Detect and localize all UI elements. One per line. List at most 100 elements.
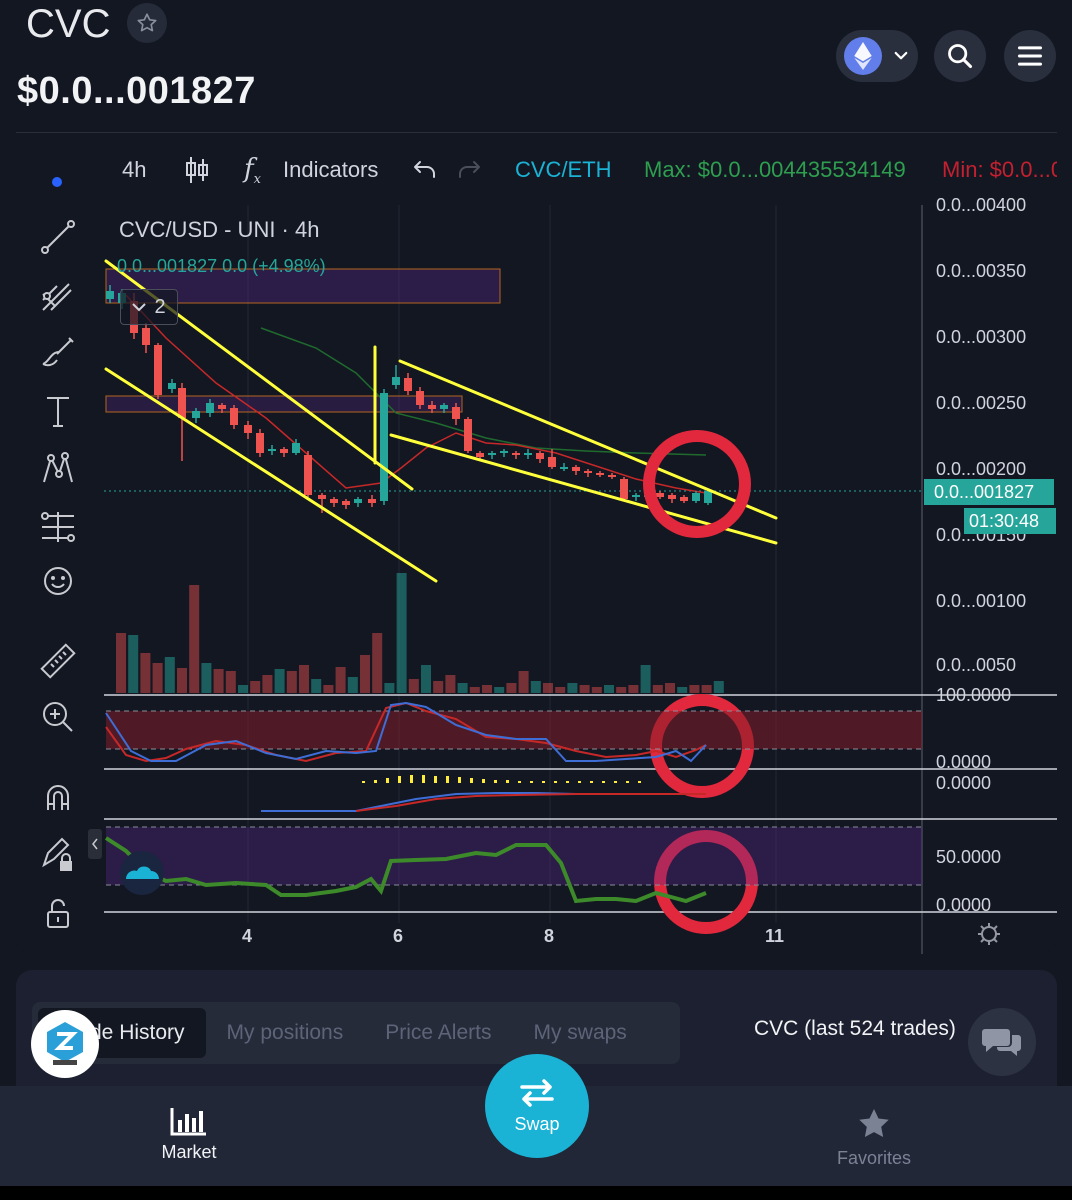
current-price-tag: 0.0...001827 bbox=[924, 479, 1054, 505]
network-selector[interactable] bbox=[836, 30, 918, 82]
volume-bar bbox=[482, 685, 492, 693]
volume-bar bbox=[616, 687, 627, 693]
candle-body bbox=[168, 383, 176, 389]
system-bar bbox=[0, 1186, 1072, 1200]
price-tick: 0.0...0050 bbox=[936, 655, 1017, 675]
volume-bar bbox=[262, 675, 273, 693]
tab-my-swaps[interactable]: My swaps bbox=[512, 1008, 647, 1058]
volume-bar bbox=[335, 667, 346, 693]
candle-body bbox=[500, 451, 508, 453]
osc3-band bbox=[106, 827, 922, 885]
time-tick: 4 bbox=[242, 926, 253, 946]
volume-bar bbox=[677, 687, 688, 693]
favorite-button[interactable] bbox=[127, 3, 167, 43]
candle-body bbox=[440, 405, 448, 409]
volume-bar bbox=[421, 665, 431, 693]
candle-body bbox=[178, 388, 186, 418]
candle-body bbox=[656, 493, 664, 497]
candle-body bbox=[572, 467, 580, 471]
candle-countdown: 01:30:48 bbox=[964, 508, 1056, 534]
candle-body bbox=[230, 408, 238, 425]
nav-favorites-label: Favorites bbox=[836, 1148, 912, 1168]
candle-body bbox=[256, 433, 264, 453]
token-name: CVC bbox=[26, 2, 111, 46]
volume-bar bbox=[347, 677, 358, 693]
price-tick: 0.0...00350 bbox=[936, 261, 1027, 281]
volume-bar bbox=[506, 683, 517, 693]
ohlc-legend: 0.0...001827 0.0 (+4.98%) bbox=[117, 256, 326, 276]
volume-bar bbox=[543, 683, 553, 693]
volume-bar bbox=[579, 685, 590, 693]
candle-body bbox=[342, 501, 350, 505]
tab-price-alerts[interactable]: Price Alerts bbox=[364, 1008, 512, 1058]
volume-bars bbox=[116, 573, 724, 693]
candle-body bbox=[268, 449, 276, 451]
candle-body bbox=[704, 491, 712, 503]
volume-bar bbox=[189, 585, 200, 693]
volume-bar bbox=[689, 685, 700, 693]
candle-body bbox=[416, 391, 424, 405]
chevron-down-icon bbox=[894, 51, 908, 60]
header: CVC $0.0...001827 bbox=[0, 0, 1072, 132]
volume-bar bbox=[640, 665, 651, 693]
search-button[interactable] bbox=[934, 30, 986, 82]
candle-body bbox=[206, 403, 214, 413]
time-tick: 6 bbox=[393, 926, 404, 946]
volume-bar bbox=[628, 685, 639, 693]
volume-bar bbox=[274, 669, 285, 693]
volume-bar bbox=[177, 668, 187, 693]
chat-button[interactable] bbox=[968, 1008, 1036, 1076]
candle-body bbox=[680, 497, 688, 501]
candle-body bbox=[404, 378, 412, 391]
candle-body bbox=[154, 345, 162, 395]
candle-body bbox=[142, 328, 150, 345]
candle-body bbox=[304, 455, 312, 495]
ma-fast-line bbox=[123, 292, 707, 494]
candle-body bbox=[668, 495, 676, 499]
collapse-count: 2 bbox=[154, 295, 166, 318]
chart-settings-button[interactable] bbox=[976, 921, 1002, 952]
candle-body bbox=[452, 407, 460, 419]
volume-bar bbox=[408, 679, 419, 693]
candle-body bbox=[596, 473, 604, 475]
trades-tabs: de History My positions Price Alerts My … bbox=[32, 1002, 680, 1064]
candle-body bbox=[476, 453, 484, 457]
candle-body bbox=[692, 493, 700, 501]
candle-body bbox=[380, 393, 388, 501]
star-icon bbox=[859, 1109, 889, 1138]
osc3-tick: 50.0000 bbox=[936, 847, 1002, 867]
swap-arrows-icon bbox=[520, 1078, 554, 1107]
volume-bar bbox=[250, 681, 261, 693]
volume-bar bbox=[152, 663, 163, 693]
volume-bar bbox=[665, 683, 675, 693]
osc1-tick: 0.0000 bbox=[936, 752, 992, 772]
osc2-histogram bbox=[362, 775, 641, 783]
candle-body bbox=[632, 495, 640, 497]
volume-bar bbox=[396, 573, 407, 693]
symbol-legend: CVC/USD - UNI · 4h bbox=[119, 217, 320, 242]
candle-body bbox=[368, 499, 376, 503]
price-tick: 0.0...00400 bbox=[936, 195, 1027, 215]
volume-bar bbox=[457, 683, 468, 693]
candle-body bbox=[244, 425, 252, 433]
swap-button[interactable]: Swap bbox=[485, 1054, 589, 1158]
osc1-tick: 100.0000 bbox=[936, 685, 1012, 705]
tab-my-positions[interactable]: My positions bbox=[206, 1008, 365, 1058]
trades-title: CVC (last 524 trades) bbox=[754, 1017, 956, 1040]
volume-bar bbox=[701, 685, 712, 693]
volume-bar bbox=[567, 683, 578, 693]
volume-bar bbox=[286, 671, 297, 693]
osc2-signal-line bbox=[355, 793, 706, 812]
volume-bar bbox=[591, 687, 602, 693]
candle-body bbox=[292, 443, 300, 453]
token-price: $0.0...001827 bbox=[17, 70, 256, 112]
candle-body bbox=[192, 411, 200, 418]
volume-bar bbox=[116, 633, 126, 693]
candle-body bbox=[560, 467, 568, 469]
nav-favorites[interactable]: Favorites bbox=[794, 1106, 954, 1169]
nav-market[interactable]: Market bbox=[109, 1106, 269, 1163]
candle-body bbox=[512, 453, 520, 455]
time-tick: 11 bbox=[765, 926, 785, 946]
menu-button[interactable] bbox=[1004, 30, 1056, 82]
indicator-collapse-button[interactable]: 2 bbox=[120, 289, 178, 325]
